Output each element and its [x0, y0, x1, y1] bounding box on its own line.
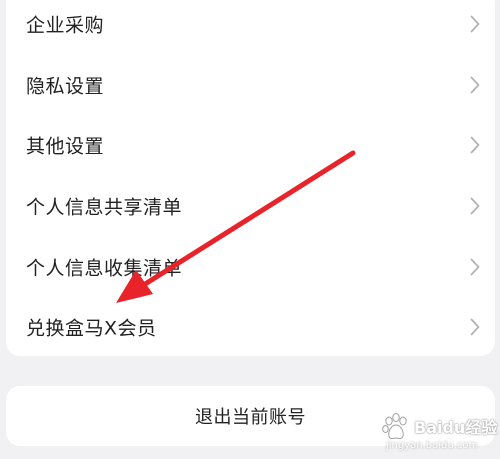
- menu-item-label: 个人信息收集清单: [26, 257, 183, 280]
- baidu-paw-icon: [382, 413, 407, 439]
- menu-item-label: 兑换盒马X会员: [26, 317, 157, 340]
- menu-item-redeem-membership[interactable]: 兑换盒马X会员: [6, 297, 495, 357]
- chevron-right-icon: [470, 136, 480, 154]
- watermark-text: Baidu经验: [414, 418, 498, 437]
- menu-item-label: 企业采购: [26, 14, 105, 37]
- menu-item-enterprise-purchase[interactable]: 企业采购: [6, 0, 495, 54]
- menu-item-info-sharing-list[interactable]: 个人信息共享清单: [6, 176, 495, 236]
- menu-item-info-collection-list[interactable]: 个人信息收集清单: [6, 237, 495, 297]
- chevron-right-icon: [470, 76, 480, 94]
- menu-item-other-settings[interactable]: 其他设置: [6, 115, 495, 175]
- menu-item-label: 个人信息共享清单: [26, 196, 183, 219]
- chevron-right-icon: [470, 318, 480, 336]
- chevron-right-icon: [470, 197, 480, 215]
- chevron-right-icon: [470, 258, 480, 276]
- chevron-right-icon: [470, 15, 480, 33]
- menu-item-label: 其他设置: [26, 135, 105, 158]
- settings-menu-card: 企业采购 隐私设置 其他设置 个人信息共享清单 个人信息收集清单 兑换盒马X会员: [6, 0, 495, 356]
- menu-item-privacy-settings[interactable]: 隐私设置: [6, 55, 495, 115]
- menu-item-label: 隐私设置: [26, 75, 105, 98]
- watermark-url: jingyan.baidu.com: [386, 440, 479, 451]
